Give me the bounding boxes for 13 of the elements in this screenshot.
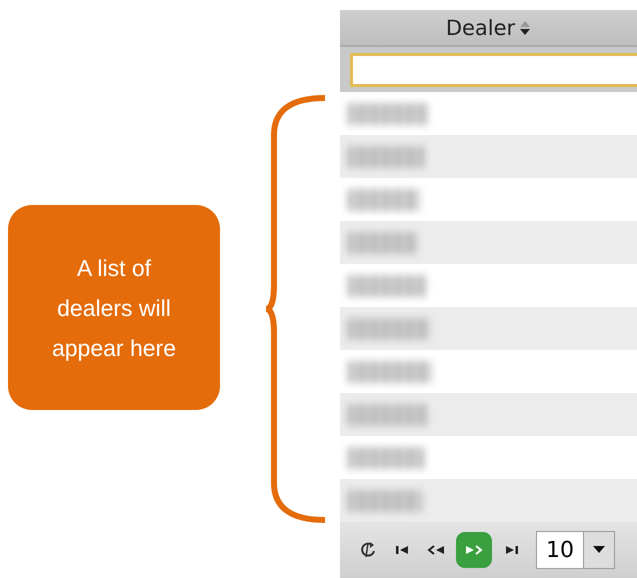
- first-page-icon: [395, 544, 409, 556]
- blurred-text: [348, 232, 418, 254]
- refresh-icon: [359, 540, 377, 560]
- callout-box: A list of dealers will appear here: [8, 205, 220, 410]
- caret-icon: [593, 546, 605, 554]
- next-page-icon: [465, 544, 483, 556]
- previous-page-icon: [427, 544, 445, 556]
- filter-field[interactable]: [350, 52, 637, 86]
- page-size-select[interactable]: 10: [536, 531, 615, 569]
- next-button[interactable]: [456, 532, 492, 568]
- blurred-text: [348, 188, 420, 210]
- column-header[interactable]: Dealer: [340, 10, 637, 47]
- last-page-icon: [505, 544, 519, 556]
